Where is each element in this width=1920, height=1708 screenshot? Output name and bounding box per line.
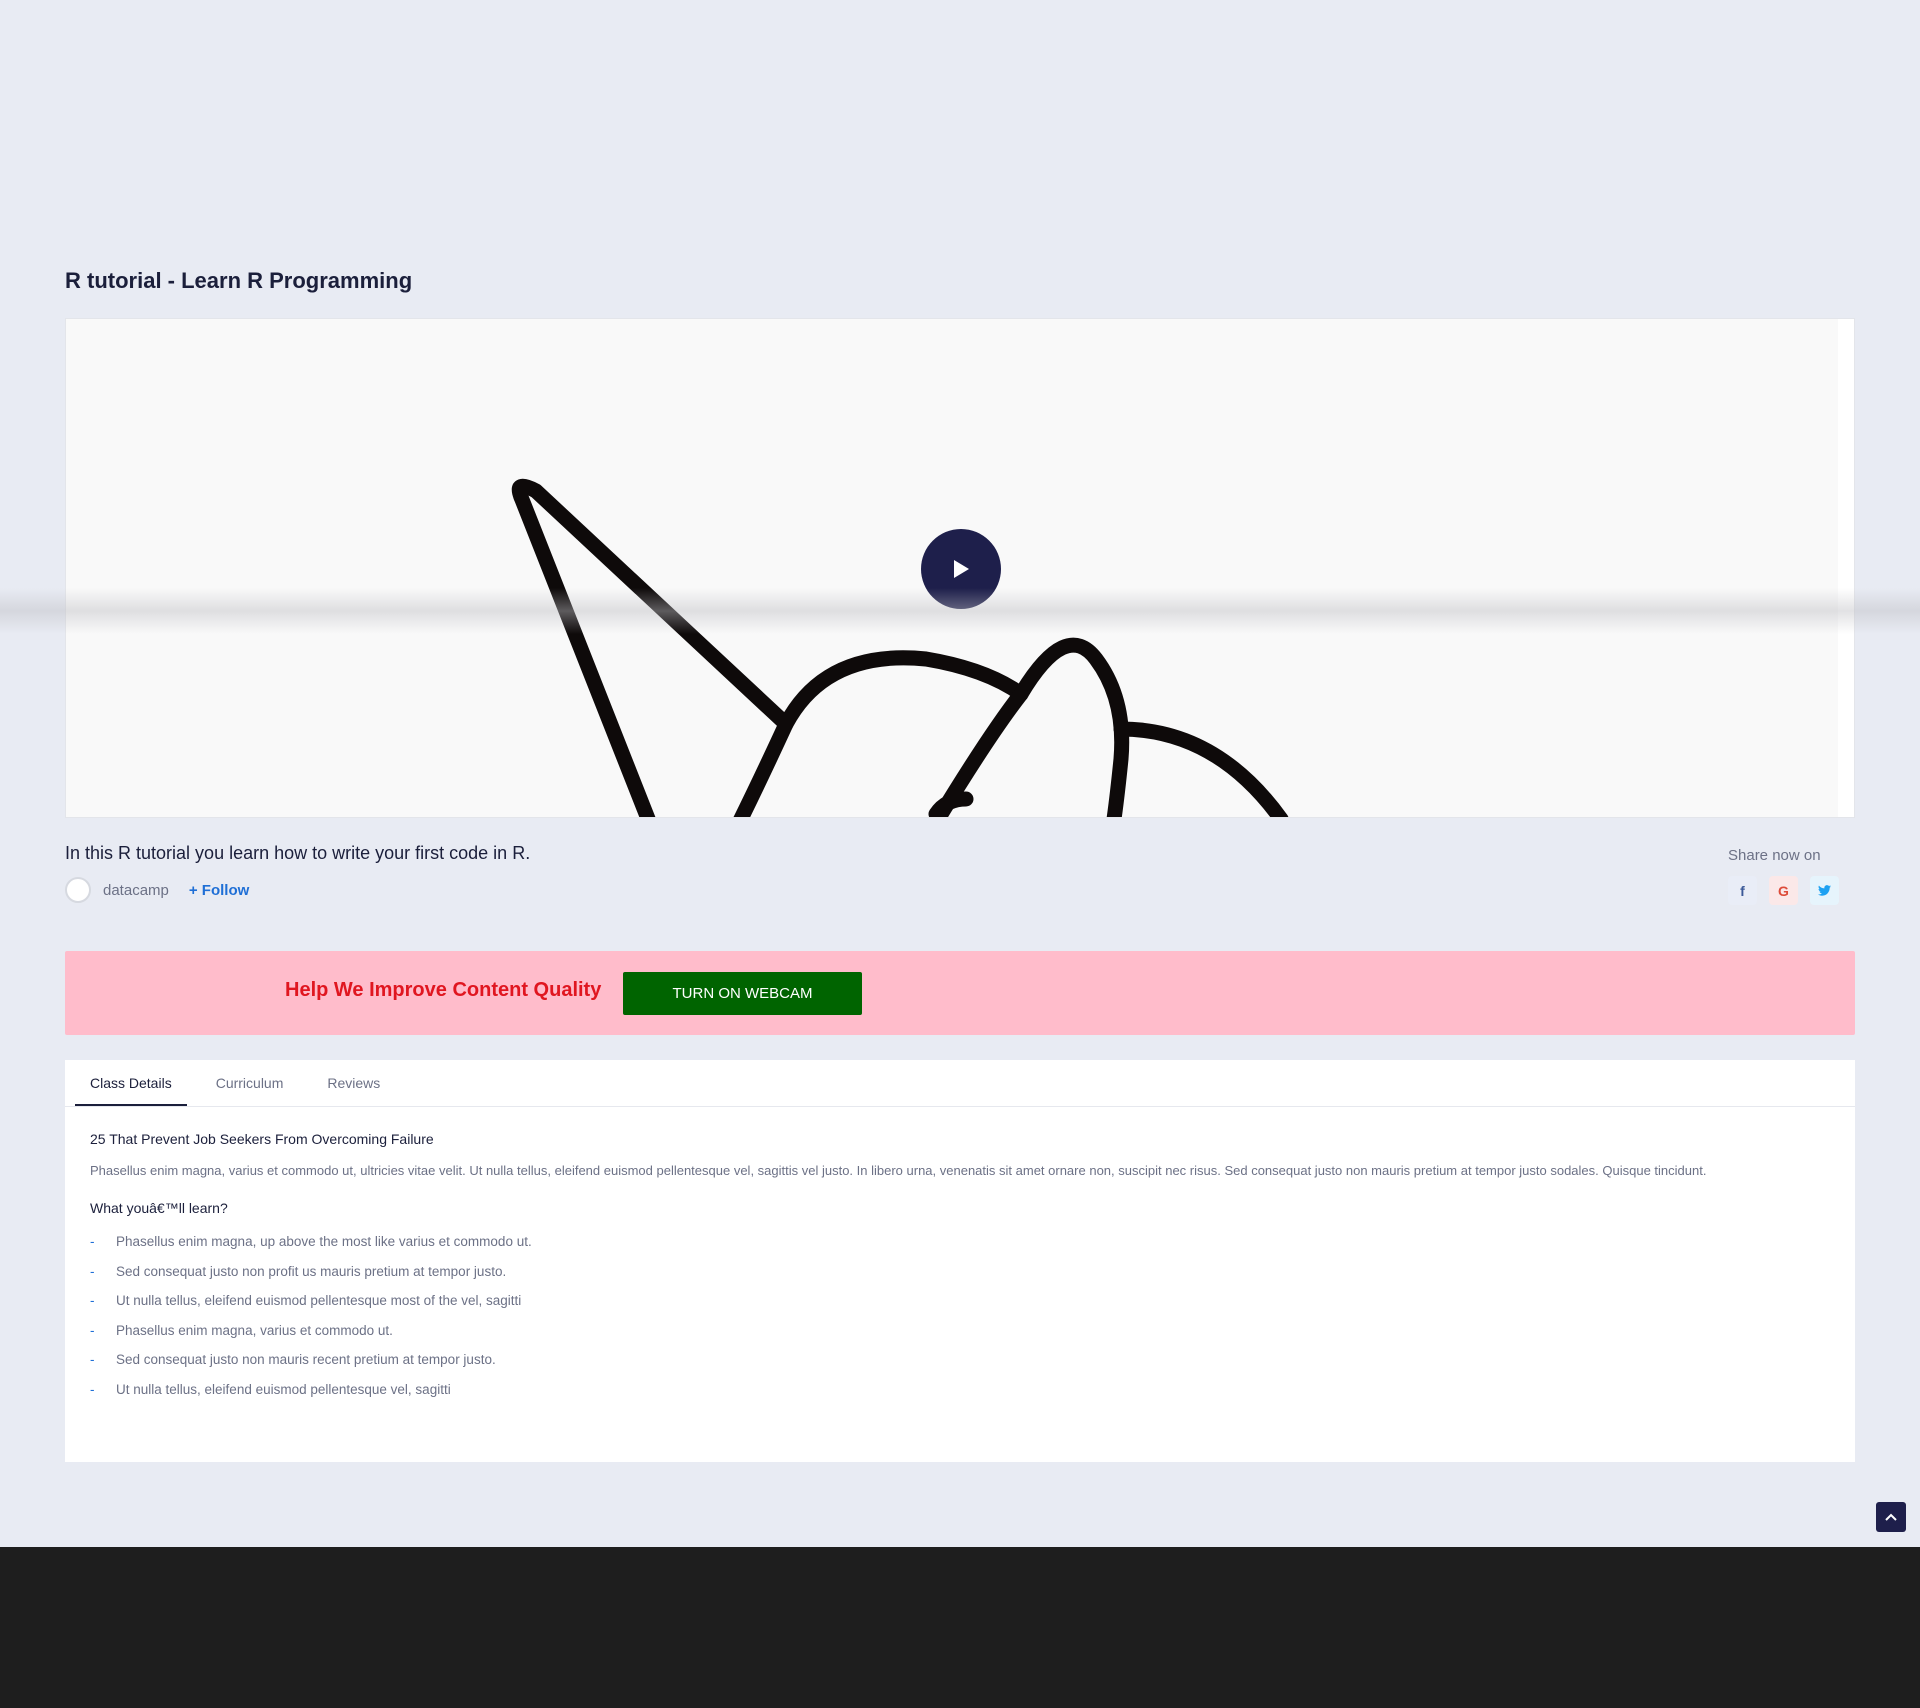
list-item-text: Phasellus enim magna, up above the most … [116, 1234, 532, 1249]
details-paragraph: Phasellus enim magna, varius et commodo … [90, 1163, 1707, 1178]
google-icon[interactable]: G [1769, 876, 1798, 905]
list-item: - Phasellus enim magna, up above the most… [90, 1234, 1830, 1264]
list-item: - Phasellus enim magna, varius et commodo… [90, 1323, 1830, 1353]
follow-button[interactable]: + Follow [189, 882, 249, 899]
learn-heading: What youâ€™ll learn? [90, 1200, 228, 1216]
bullet-dash: - [90, 1381, 95, 1397]
list-item: - Ut nulla tellus, eleifend euismod pelle… [90, 1293, 1830, 1323]
list-item-text: Ut nulla tellus, eleifend euismod pellen… [116, 1293, 522, 1308]
tab-bar: Class Details Curriculum Reviews [65, 1060, 1855, 1107]
twitter-icon[interactable] [1810, 876, 1839, 905]
chevron-up-icon [1885, 1513, 1897, 1521]
banner-message: Help We Improve Content Quality [285, 979, 602, 1001]
list-item: - Sed consequat justo non mauris recent p… [90, 1352, 1830, 1382]
bullet-dash: - [90, 1293, 95, 1308]
details-heading: 25 That Prevent Job Seekers From Overcom… [90, 1131, 434, 1147]
webcam-banner: Help We Improve Content Quality TURN ON … [65, 951, 1855, 1035]
back-to-top-button[interactable] [1876, 1502, 1906, 1532]
list-item-text: Ut nulla tellus, eleifend euismod pellen… [116, 1381, 451, 1397]
page-title: R tutorial - Learn R Programming [65, 268, 413, 293]
video-player[interactable] [65, 318, 1855, 818]
bullet-dash: - [90, 1352, 95, 1367]
play-icon [954, 560, 969, 578]
class-details-body: 25 That Prevent Job Seekers From Overcom… [65, 1107, 1855, 1411]
list-item-text: Sed consequat justo non profit us mauris… [116, 1263, 507, 1279]
bullet-dash: - [90, 1322, 95, 1338]
list-item: - Ut nulla tellus, eleifend euismod pelle… [90, 1382, 1830, 1412]
bullet-dash: - [90, 1263, 95, 1279]
tab-class-details[interactable]: Class Details [75, 1060, 187, 1106]
author-name[interactable]: datacamp [103, 882, 169, 899]
learn-list: - Phasellus enim magna, up above the most… [90, 1234, 1830, 1411]
author-row: datacamp + Follow [65, 877, 249, 903]
play-button[interactable] [921, 529, 1001, 609]
list-item: - Sed consequat justo non profit us mauri… [90, 1264, 1830, 1294]
share-section: Share now on f G [1725, 847, 1855, 905]
video-scroll-rail [1838, 319, 1854, 817]
class-details-panel: Class Details Curriculum Reviews 25 That… [65, 1060, 1855, 1462]
share-label: Share now on [1728, 847, 1821, 864]
tab-curriculum[interactable]: Curriculum [201, 1060, 299, 1106]
facebook-icon[interactable]: f [1728, 876, 1757, 905]
share-icons: f G [1728, 876, 1855, 905]
list-item-text: Phasellus enim magna, varius et commodo … [116, 1322, 393, 1338]
tab-reviews[interactable]: Reviews [312, 1060, 395, 1106]
turn-on-webcam-button[interactable]: TURN ON WEBCAM [623, 972, 862, 1015]
video-description: In this R tutorial you learn how to writ… [65, 843, 531, 863]
list-item-text: Sed consequat justo non mauris recent pr… [116, 1352, 496, 1367]
footer [0, 1547, 1920, 1708]
bullet-dash: - [90, 1234, 95, 1249]
avatar[interactable] [65, 877, 91, 903]
